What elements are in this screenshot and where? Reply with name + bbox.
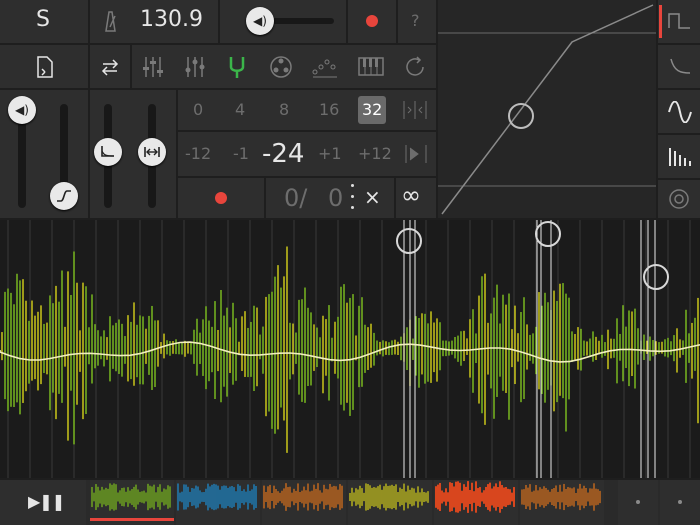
- slice-marker-handle[interactable]: [535, 221, 561, 247]
- envelope-sliders: [90, 90, 176, 218]
- metronome-icon[interactable]: [102, 10, 118, 32]
- reel-icon[interactable]: [269, 55, 293, 79]
- counter-right: 0: [328, 184, 344, 212]
- tempo-value: 130.9: [140, 7, 203, 32]
- swap-button[interactable]: [90, 45, 130, 88]
- grid-option[interactable]: 16: [319, 100, 339, 119]
- waveform-view[interactable]: [0, 220, 700, 478]
- channel-volume-knob[interactable]: ◀): [8, 96, 36, 124]
- record-dot-icon: [215, 192, 227, 204]
- stretch-icon[interactable]: [138, 138, 166, 166]
- swap-arrows-icon: [101, 59, 119, 76]
- help-label: ?: [411, 11, 420, 30]
- decay-button[interactable]: [658, 45, 700, 88]
- square-wave-icon: [668, 13, 690, 29]
- speaker-icon[interactable]: ◀): [246, 7, 274, 35]
- clip-bar: ▶❚❚: [0, 480, 700, 525]
- nudge-minus-12[interactable]: -12: [185, 144, 211, 163]
- sequencer-icon[interactable]: [312, 55, 338, 79]
- filter-knob[interactable]: [50, 182, 78, 210]
- counter-left: 0/: [284, 184, 308, 212]
- loop-counter: 0/ 0 ×: [266, 178, 394, 218]
- bars-icon: [669, 148, 691, 166]
- nudge-plus-1[interactable]: +1: [318, 144, 342, 163]
- clip-strip: [90, 480, 700, 525]
- cycle-icon[interactable]: [404, 55, 428, 79]
- envelope-curve: [438, 4, 656, 215]
- pitch-nudge: -12 -1 -24 +1 +12: [178, 132, 436, 176]
- file-icon: [37, 56, 53, 78]
- file-button[interactable]: [0, 45, 88, 88]
- nudge-plus-12[interactable]: +12: [358, 144, 392, 163]
- s-label: S: [36, 7, 50, 32]
- sine-button[interactable]: [658, 90, 700, 133]
- waveform: [0, 220, 700, 478]
- loop-infinite-button[interactable]: ∞: [396, 178, 436, 218]
- piano-keys-icon[interactable]: [358, 57, 384, 77]
- grid-selector: 0 4 8 16 32: [178, 90, 436, 130]
- mixer-sliders-icon[interactable]: [142, 55, 164, 79]
- play-pause-icon: ▶❚❚: [28, 492, 65, 511]
- envelope-knob[interactable]: [94, 138, 122, 166]
- s-button[interactable]: S: [0, 0, 88, 43]
- play-pause-button[interactable]: ▶❚❚: [0, 480, 86, 525]
- active-clip-indicator: [90, 518, 174, 521]
- square-wave-button[interactable]: [658, 0, 700, 43]
- counter-clear-button[interactable]: ×: [364, 185, 381, 209]
- bars-button[interactable]: [658, 135, 700, 178]
- grid-option[interactable]: 4: [235, 100, 245, 119]
- grid-option[interactable]: 0: [193, 100, 203, 119]
- master-volume[interactable]: ◀): [220, 0, 346, 43]
- tuning-fork-icon[interactable]: [226, 54, 248, 80]
- nudge-minus-1[interactable]: -1: [233, 144, 249, 163]
- infinity-icon: ∞: [401, 181, 421, 209]
- target-icon: [669, 189, 689, 209]
- record-button[interactable]: [348, 0, 396, 43]
- target-button[interactable]: [658, 180, 700, 218]
- loop-record-button[interactable]: [178, 178, 264, 218]
- eq-icon[interactable]: [184, 55, 206, 79]
- record-dot-icon: [366, 15, 378, 27]
- grid-snap-icon[interactable]: [402, 100, 428, 120]
- slice-marker-handle[interactable]: [396, 228, 422, 254]
- grid-option[interactable]: 8: [279, 100, 289, 119]
- sine-wave-icon: [668, 101, 692, 123]
- decay-curve-icon: [670, 58, 691, 74]
- help-button[interactable]: ?: [398, 0, 436, 43]
- nudge-value: -24: [262, 139, 305, 169]
- mode-toolbar: [132, 45, 436, 88]
- nudge-snap-icon[interactable]: [404, 144, 428, 164]
- grid-selected-label: 32: [362, 100, 383, 119]
- volume-sliders: ◀): [0, 90, 88, 218]
- tempo-display[interactable]: 130.9: [90, 0, 218, 43]
- envelope-graph[interactable]: [438, 0, 656, 218]
- envelope-handle[interactable]: [508, 103, 534, 129]
